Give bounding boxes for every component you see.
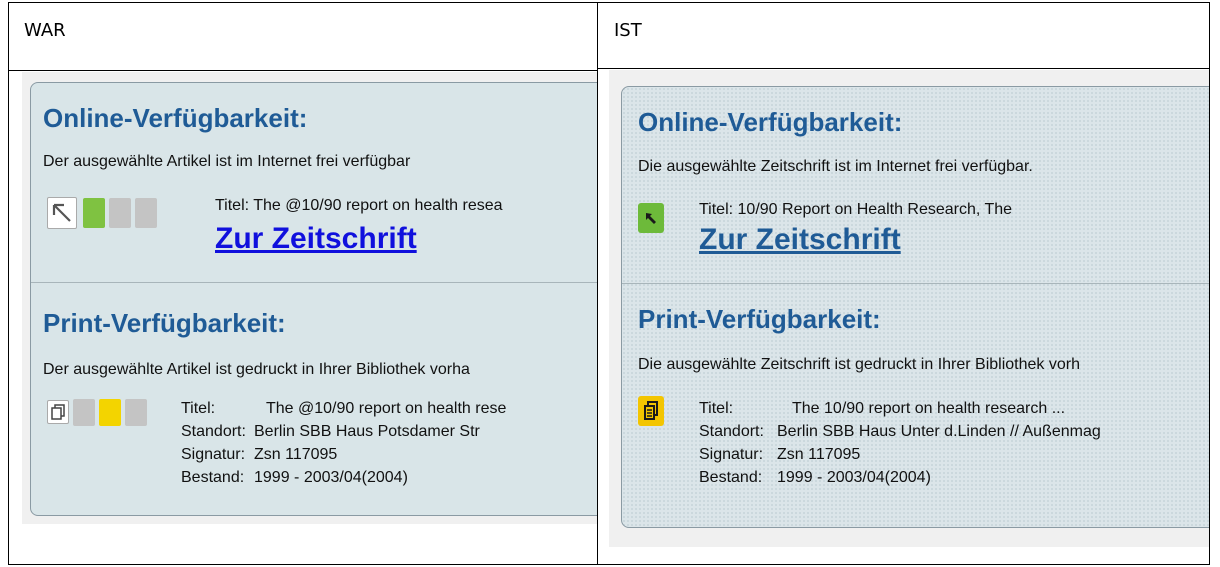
external-link-arrow-icon xyxy=(52,203,71,222)
war-label-signatur: Signatur: xyxy=(181,446,246,463)
ist-label-signatur: Signatur: xyxy=(699,446,764,463)
war-value-standort: Berlin SBB Haus Potsdamer Str xyxy=(254,423,480,440)
ist-value-bestand: 1999 - 2003/04(2004) xyxy=(777,469,931,486)
section-divider xyxy=(31,282,597,283)
ist-label-bestand: Bestand: xyxy=(699,469,763,486)
war-label-bestand: Bestand: xyxy=(181,469,245,486)
war-screenshot: Online-Verfügbarkeit: Der ausgewählte Ar… xyxy=(22,72,597,524)
arrow-up-left-icon xyxy=(646,213,656,224)
ist-value-standort: Berlin SBB Haus Unter d.Linden // Außenm… xyxy=(777,423,1101,440)
column-divider xyxy=(597,2,598,565)
external-link-icon[interactable] xyxy=(47,197,77,229)
war-value-titel: The @10/90 report on health rese xyxy=(266,400,507,417)
war-online-heading: Online-Verfügbarkeit: xyxy=(43,103,308,133)
document-icon xyxy=(644,401,658,420)
ist-print-heading: Print-Verfügbarkeit: xyxy=(638,304,881,334)
war-value-signatur: Zsn 117095 xyxy=(254,446,338,463)
ist-online-description: Die ausgewählte Zeitschrift ist im Inter… xyxy=(638,158,1033,175)
header-row-divider-right xyxy=(597,68,1210,69)
ist-value-titel: The 10/90 report on health research ... xyxy=(792,400,1066,417)
war-availability-panel: Online-Verfügbarkeit: Der ausgewählte Ar… xyxy=(30,82,597,516)
traffic-light-grey xyxy=(73,399,95,426)
war-print-description: Der ausgewählte Artikel ist gedruckt in … xyxy=(43,361,470,378)
column-header-war: WAR xyxy=(24,20,66,41)
traffic-light-green xyxy=(83,198,105,228)
war-journal-link[interactable]: Zur Zeitschrift xyxy=(215,222,417,256)
ist-online-title: Titel: 10/90 Report on Health Research, … xyxy=(699,201,1013,218)
ist-label-titel: Titel: xyxy=(699,400,734,417)
ist-label-standort: Standort: xyxy=(699,423,764,440)
traffic-light-grey xyxy=(109,198,131,228)
war-label-standort: Standort: xyxy=(181,423,246,440)
document-icon xyxy=(51,404,65,420)
column-header-ist: IST xyxy=(614,20,642,41)
ist-screenshot: Online-Verfügbarkeit: Die ausgewählte Ze… xyxy=(609,70,1209,547)
print-copy-icon xyxy=(638,396,664,426)
ist-value-signatur: Zsn 117095 xyxy=(777,446,861,463)
ist-availability-panel: Online-Verfügbarkeit: Die ausgewählte Ze… xyxy=(621,86,1209,528)
header-row-divider-left xyxy=(8,70,598,71)
traffic-light-yellow xyxy=(99,399,121,426)
ist-online-heading: Online-Verfügbarkeit: xyxy=(638,107,903,137)
external-link-icon[interactable] xyxy=(638,203,664,233)
war-online-description: Der ausgewählte Artikel ist im Internet … xyxy=(43,153,411,170)
traffic-light-grey xyxy=(125,399,147,426)
ist-journal-link[interactable]: Zur Zeitschrift xyxy=(699,223,901,257)
war-online-title: Titel: The @10/90 report on health resea xyxy=(215,197,503,214)
war-label-titel: Titel: xyxy=(181,400,216,417)
traffic-light-grey xyxy=(135,198,157,228)
war-print-heading: Print-Verfügbarkeit: xyxy=(43,308,286,338)
print-copy-icon xyxy=(47,400,69,424)
war-value-bestand: 1999 - 2003/04(2004) xyxy=(254,469,408,486)
section-divider xyxy=(622,283,1209,284)
ist-print-description: Die ausgewählte Zeitschrift ist gedruckt… xyxy=(638,356,1080,373)
